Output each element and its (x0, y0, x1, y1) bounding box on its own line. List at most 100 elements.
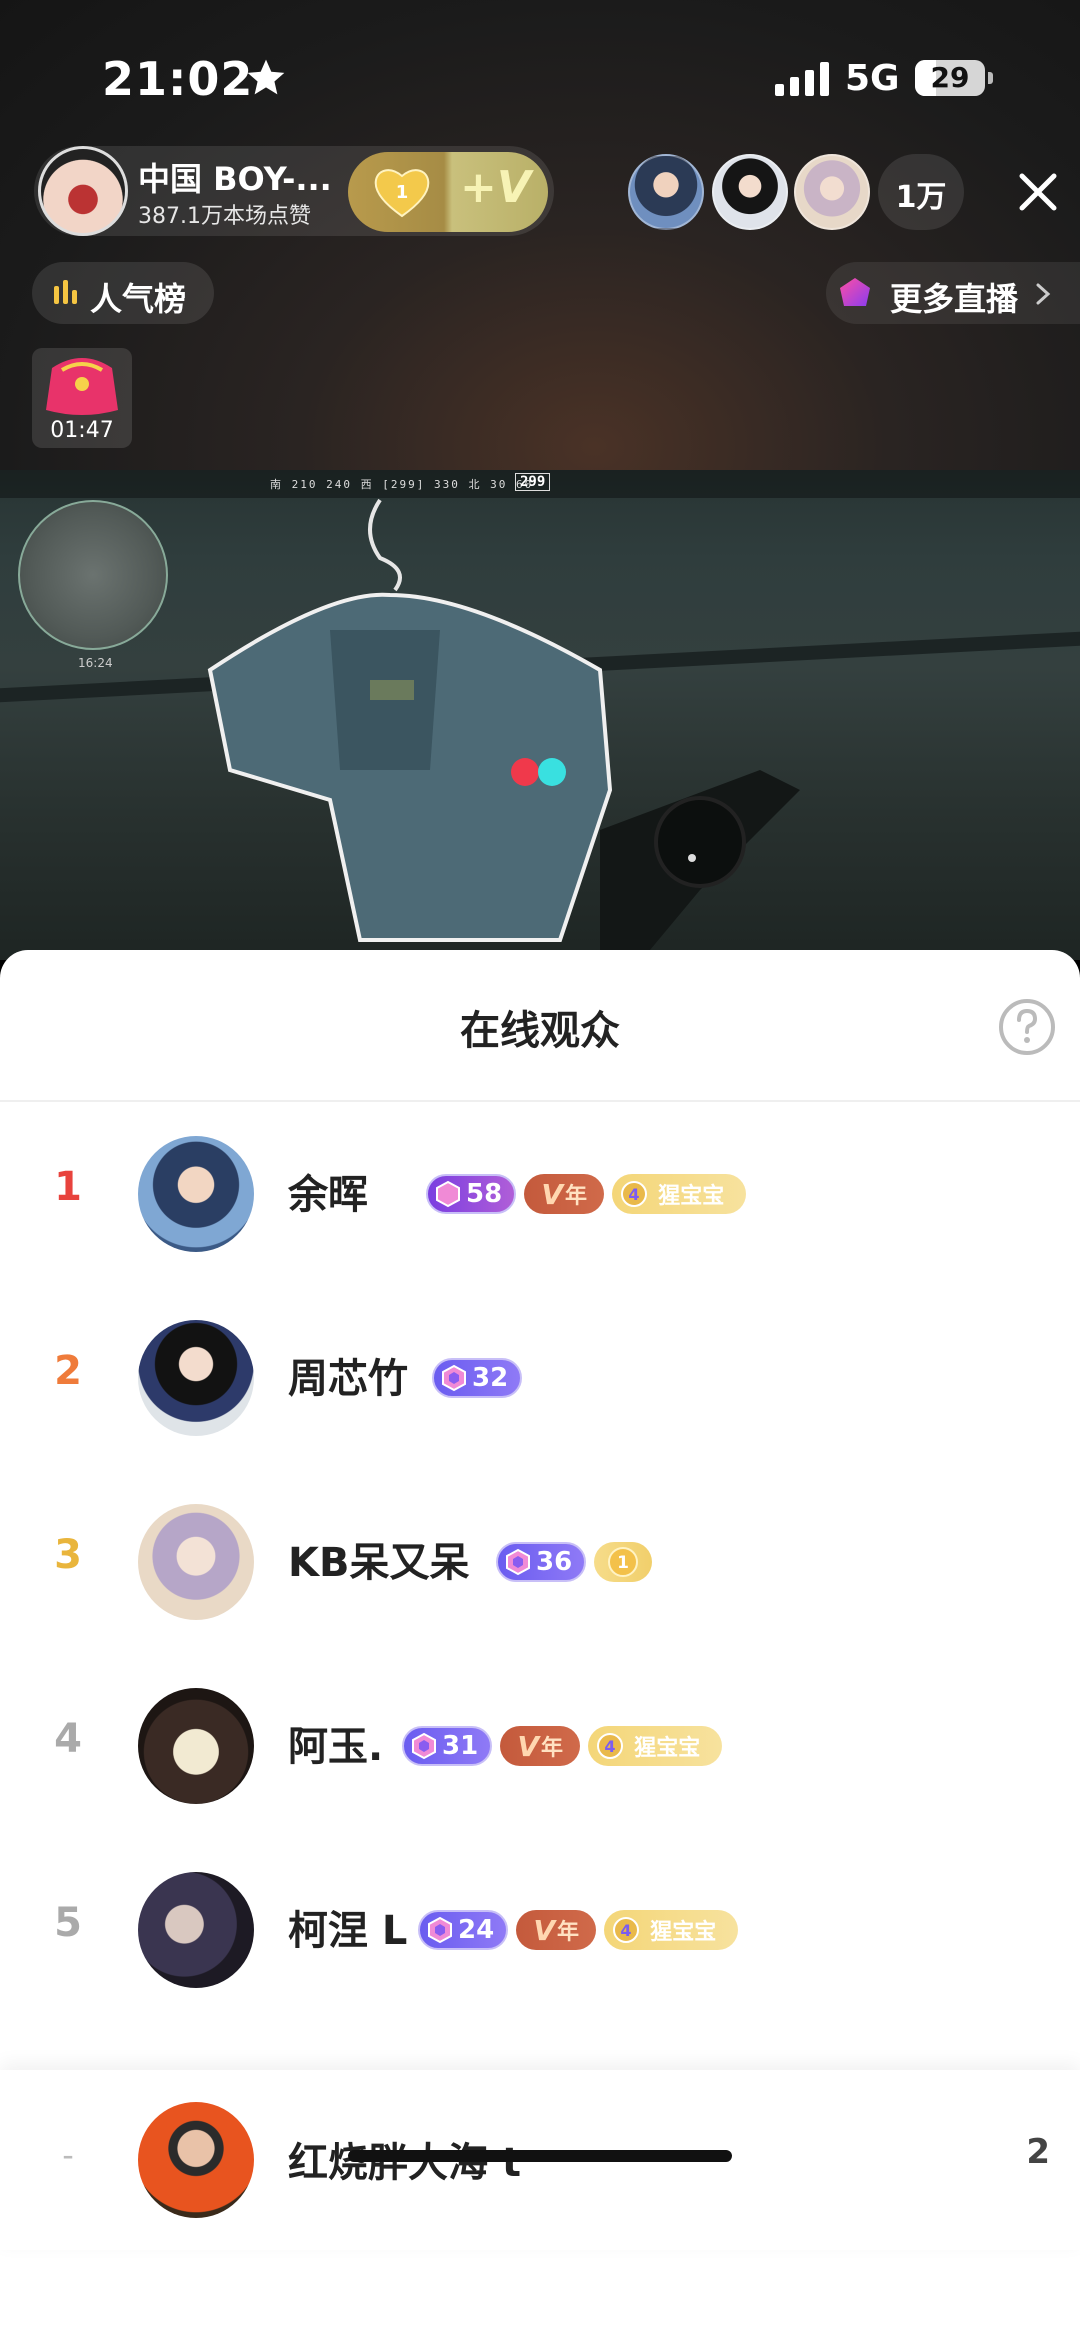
top-viewer-avatar-2[interactable] (712, 154, 788, 230)
crown-hex-icon (436, 1180, 460, 1208)
viewer-count[interactable]: 1万 (878, 154, 964, 230)
vip-year-badge: V 年 (500, 1726, 581, 1766)
online-audience-sheet: 在线观众 1 余晖 58 V 年 4 猩宝宝 2 周芯竹 32 3 KB呆又呆 … (0, 950, 1080, 2341)
coin-icon: 1 (608, 1547, 639, 1577)
v-icon: V (541, 1177, 564, 1211)
red-packet-icon (46, 358, 118, 415)
fan-club-badge: 4 猩宝宝 (604, 1910, 739, 1950)
viewer-name: KB呆又呆 (288, 1540, 470, 1586)
star-icon (247, 59, 285, 95)
bar-chart-icon (54, 280, 77, 304)
fan-level-icon: 4 (597, 1733, 624, 1759)
hexagon-icon (506, 1548, 530, 1576)
fan-heart-icon: 1 (374, 169, 430, 218)
status-bar: 21:02 5G 29 (0, 0, 1080, 150)
level-badge: 32 (432, 1358, 523, 1398)
viewer-name: 周芯竹 (288, 1356, 408, 1402)
fan-label: 猩宝宝 (634, 1736, 701, 1761)
viewer-count-label: 1万 (895, 180, 947, 215)
anchor-avatar[interactable] (38, 146, 128, 236)
vip-label: 年 (565, 1184, 588, 1209)
home-indicator[interactable] (348, 2150, 732, 2162)
coin-value: 1 (617, 1553, 629, 1573)
fan-level-value: 4 (621, 1921, 632, 1940)
close-icon[interactable] (1016, 170, 1060, 214)
help-icon[interactable] (998, 998, 1056, 1056)
gem-icon (840, 278, 870, 306)
fan-level-icon: 4 (613, 1917, 640, 1943)
fan-level-value: 4 (629, 1185, 640, 1204)
network-label: 5G (845, 58, 900, 99)
rank-number: 2 (54, 1348, 82, 1394)
viewer-name: 柯涅 L (288, 1908, 408, 1954)
fan-club-button[interactable]: 1 +V (348, 152, 548, 232)
vip-label: 年 (557, 1920, 580, 1945)
gift-box[interactable]: 01:47 (32, 348, 132, 448)
vip-label: 年 (541, 1736, 564, 1761)
fan-label: 猩宝宝 (650, 1920, 717, 1945)
anchor-name: 中国 BOY-... (138, 160, 332, 198)
rank-number: 1 (54, 1164, 82, 1210)
battery-tip (988, 72, 993, 84)
audience-row-5[interactable]: 5 柯涅 L 24 V 年 4 猩宝宝 (0, 1838, 1080, 2022)
signal-icon (775, 62, 829, 96)
viewer-name: 阿玉. (288, 1724, 384, 1770)
level-badge: 58 (426, 1174, 517, 1214)
vip-year-badge: V 年 (516, 1910, 597, 1950)
gift-timer: 01:47 (50, 418, 114, 443)
avatar[interactable] (138, 1872, 254, 1988)
popularity-rank-button[interactable]: 人气榜 (32, 262, 214, 324)
vip-year-badge: V 年 (524, 1174, 605, 1214)
game-scene (207, 498, 800, 960)
audience-row-1[interactable]: 1 余晖 58 V 年 4 猩宝宝 (0, 1102, 1080, 1286)
fan-club-badge: 4 猩宝宝 (588, 1726, 723, 1766)
audience-row-3[interactable]: 3 KB呆又呆 36 1 (0, 1470, 1080, 1654)
level-value: 32 (472, 1363, 509, 1393)
avatar[interactable] (138, 2102, 254, 2218)
v-icon: V (533, 1913, 556, 1947)
more-live-label: 更多直播 (890, 280, 1019, 318)
top-viewer-avatar-3[interactable] (794, 154, 870, 230)
level-badge: 36 (496, 1542, 587, 1582)
battery-icon: 29 (915, 60, 985, 96)
audience-row-2[interactable]: 2 周芯竹 32 (0, 1286, 1080, 1470)
level-badge: 31 (402, 1726, 493, 1766)
level-value: 24 (458, 1915, 495, 1945)
fan-label: 猩宝宝 (658, 1184, 725, 1209)
live-video[interactable]: 南 210 240 西 [299] 330 北 30 60 299 16:24 (0, 470, 1080, 960)
self-score: 2 (1026, 2132, 1050, 2172)
sheet-title: 在线观众 (460, 1008, 620, 1054)
rank-number: 4 (54, 1716, 82, 1762)
viewer-name: 余晖 (288, 1172, 368, 1218)
vip-plus-icon: +V (460, 162, 531, 213)
hexagon-icon (428, 1916, 452, 1944)
level-value: 31 (442, 1731, 479, 1761)
hexagon-icon (412, 1732, 436, 1760)
more-live-button[interactable]: 更多直播 (826, 262, 1080, 324)
live-header-area: 21:02 5G 29 中国 BOY-... 387.1万本场点赞 1 +V 1… (0, 0, 1080, 470)
rank-number: 5 (54, 1900, 82, 1946)
audience-row-4[interactable]: 4 阿玉. 31 V 年 4 猩宝宝 (0, 1654, 1080, 1838)
status-time: 21:02 (102, 52, 254, 106)
avatar[interactable] (138, 1320, 254, 1436)
level-value: 36 (536, 1547, 573, 1577)
hexagon-icon (442, 1364, 466, 1392)
level-value: 58 (466, 1179, 503, 1209)
avatar[interactable] (138, 1136, 254, 1252)
chevron-right-icon (1036, 283, 1051, 305)
heart-level: 1 (396, 182, 409, 203)
coin-badge: 1 (594, 1542, 653, 1582)
fan-level-icon: 4 (621, 1181, 648, 1207)
avatar[interactable] (138, 1504, 254, 1620)
v-icon: V (517, 1729, 540, 1763)
self-rank: - (62, 2136, 74, 2174)
rank-label: 人气榜 (90, 280, 187, 318)
anchor-likes: 387.1万本场点赞 (138, 204, 311, 229)
top-viewer-avatar-1[interactable] (628, 154, 704, 230)
fan-level-value: 4 (605, 1737, 616, 1756)
rank-number: 3 (54, 1532, 82, 1578)
battery-level: 29 (930, 61, 970, 94)
fan-club-badge: 4 猩宝宝 (612, 1174, 747, 1214)
level-badge: 24 (418, 1910, 509, 1950)
avatar[interactable] (138, 1688, 254, 1804)
